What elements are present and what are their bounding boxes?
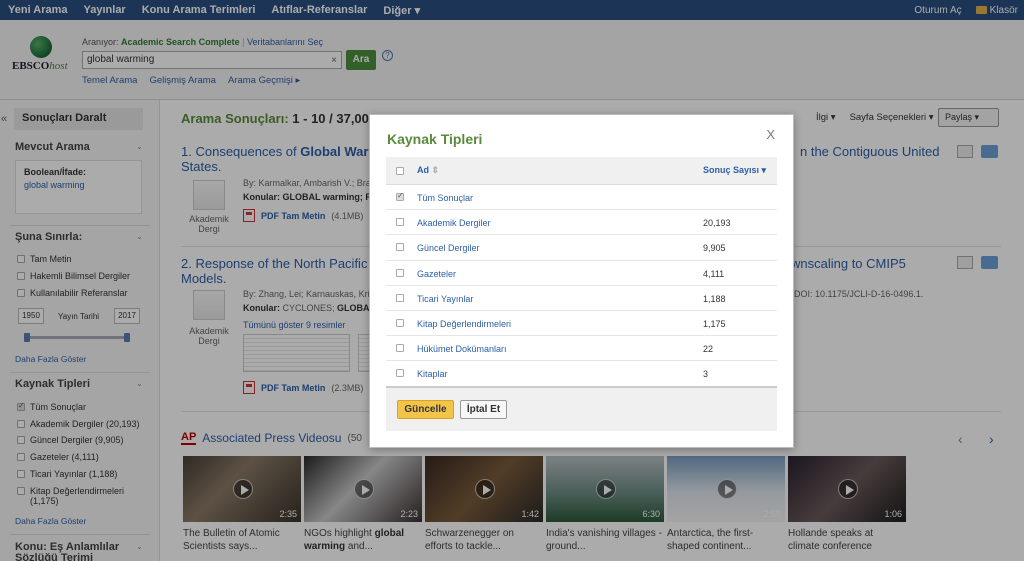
result-count: 3 [703, 369, 709, 380]
cancel-button[interactable]: İptal Et [460, 400, 507, 419]
dialog-title: Kaynak Tipleri [387, 131, 483, 147]
checkbox[interactable] [396, 293, 404, 302]
table-row[interactable]: Gazeteler 4,111 [386, 261, 777, 286]
checkbox[interactable] [396, 369, 404, 378]
table-row[interactable]: Kitaplar 3 [386, 361, 777, 387]
sort-icon: ⇕ [431, 165, 440, 175]
result-count: 4,111 [703, 268, 725, 279]
table-row[interactable]: Ticari Yayınlar 1,188 [386, 286, 777, 311]
source-type-name[interactable]: Güncel Dergiler [417, 243, 480, 253]
table-header: Ad ⇕ Sonuç Sayısı ▾ [386, 157, 777, 185]
source-type-name[interactable]: Hükümet Dokümanları [417, 344, 507, 354]
source-type-name[interactable]: Kitap Değerlendirmeleri [417, 319, 511, 329]
result-count: 1,175 [703, 318, 726, 329]
checkbox[interactable] [396, 243, 404, 252]
table-row[interactable]: Güncel Dergiler 9,905 [386, 235, 777, 261]
result-count: 1,188 [703, 293, 726, 304]
source-type-name[interactable]: Tüm Sonuçlar [417, 193, 473, 203]
result-count: 20,193 [703, 218, 731, 229]
table-row[interactable]: Akademik Dergiler 20,193 [386, 210, 777, 236]
source-type-name[interactable]: Akademik Dergiler [417, 218, 491, 228]
checkbox[interactable] [396, 191, 404, 201]
sort-by-count-header[interactable]: Sonuç Sayısı ▾ [703, 165, 766, 176]
select-all-checkbox[interactable] [396, 167, 404, 175]
source-type-name[interactable]: Ticari Yayınlar [417, 294, 473, 304]
table-row[interactable]: Hükümet Dokümanları 22 [386, 336, 777, 362]
source-type-name[interactable]: Gazeteler [417, 269, 456, 279]
checkbox[interactable] [396, 344, 404, 353]
checkbox[interactable] [396, 318, 404, 327]
checkbox[interactable] [396, 218, 404, 227]
dialog-footer: Güncelle İptal Et [386, 386, 777, 431]
close-icon[interactable]: X [766, 127, 775, 142]
result-count: 9,905 [703, 243, 726, 254]
table-row[interactable]: Tüm Sonuçlar [386, 185, 777, 211]
result-count: 22 [703, 344, 714, 355]
checkbox[interactable] [396, 268, 404, 277]
sort-by-name-header[interactable]: Ad ⇕ [417, 165, 439, 176]
source-types-dialog: Kaynak Tipleri X Ad ⇕ Sonuç Sayısı ▾ Tüm… [369, 114, 794, 448]
source-types-table: Ad ⇕ Sonuç Sayısı ▾ Tüm Sonuçlar Akademi… [386, 157, 777, 387]
table-row[interactable]: Kitap Değerlendirmeleri 1,175 [386, 311, 777, 337]
source-type-name[interactable]: Kitaplar [417, 369, 448, 379]
update-button[interactable]: Güncelle [397, 400, 454, 419]
